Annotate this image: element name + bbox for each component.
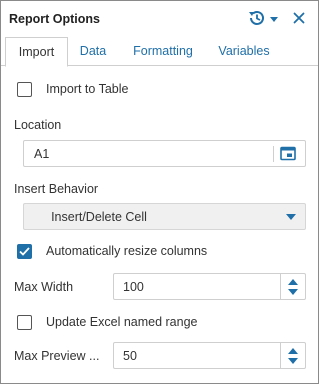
decrement-icon[interactable]	[288, 358, 298, 364]
max-width-value: 100	[123, 280, 144, 294]
increment-icon[interactable]	[288, 279, 298, 285]
panel-title: Report Options	[9, 12, 100, 26]
history-button[interactable]	[247, 9, 281, 29]
auto-resize-checkbox-row[interactable]: Automatically resize columns	[17, 242, 207, 260]
max-width-label: Max Width	[14, 280, 74, 294]
increment-icon[interactable]	[288, 348, 298, 354]
tab-data[interactable]: Data	[71, 37, 115, 66]
insert-behavior-value: Insert/Delete Cell	[51, 210, 147, 224]
chevron-down-icon	[270, 16, 278, 22]
report-options-panel: Report Options Import Data Formatting Va…	[0, 0, 319, 384]
decrement-icon[interactable]	[288, 289, 298, 295]
update-named-range-checkbox-row[interactable]: Update Excel named range	[17, 313, 197, 331]
update-named-range-checkbox[interactable]	[17, 314, 32, 330]
max-preview-label: Max Preview ...	[14, 349, 100, 363]
insert-behavior-select[interactable]: Insert/Delete Cell	[23, 203, 306, 230]
history-icon	[247, 8, 267, 31]
update-named-range-label: Update Excel named range	[46, 315, 198, 329]
close-icon	[293, 12, 305, 27]
location-field[interactable]: A1	[23, 140, 306, 167]
auto-resize-label: Automatically resize columns	[46, 244, 208, 258]
import-to-table-checkbox[interactable]	[17, 81, 32, 97]
max-preview-stepper[interactable]: 50	[113, 342, 306, 369]
import-to-table-label: Import to Table	[46, 82, 129, 96]
max-preview-value: 50	[123, 349, 137, 363]
max-preview-divider	[280, 343, 281, 368]
panel-header: Report Options	[1, 1, 318, 37]
tab-import[interactable]: Import	[5, 37, 68, 67]
chevron-down-icon	[286, 214, 296, 220]
max-width-divider	[280, 274, 281, 299]
insert-behavior-label: Insert Behavior	[14, 182, 99, 196]
location-divider	[273, 146, 274, 162]
import-to-table-checkbox-row[interactable]: Import to Table	[17, 80, 128, 98]
tab-bar: Import Data Formatting Variables	[1, 37, 318, 67]
close-button[interactable]	[290, 10, 308, 28]
tab-formatting[interactable]: Formatting	[121, 37, 205, 66]
checkmark-icon	[19, 246, 30, 256]
max-width-stepper[interactable]: 100	[113, 273, 306, 300]
auto-resize-checkbox[interactable]	[17, 243, 32, 259]
location-label: Location	[14, 118, 62, 132]
cell-picker-icon[interactable]	[280, 146, 298, 162]
tab-variables[interactable]: Variables	[207, 37, 281, 66]
location-value: A1	[34, 147, 50, 161]
